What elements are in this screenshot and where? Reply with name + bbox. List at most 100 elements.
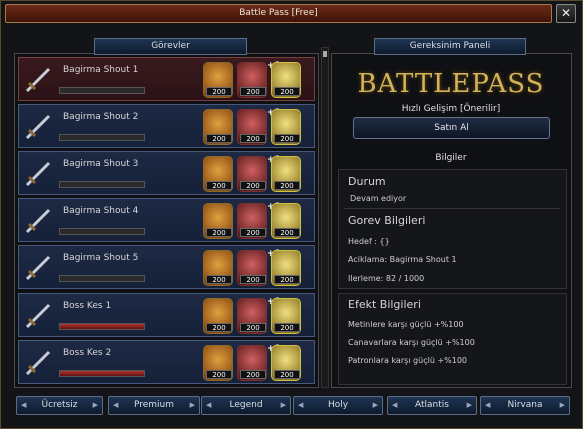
scroll-thumb[interactable] <box>323 51 327 57</box>
arrow-right-icon: ▶ <box>559 401 565 409</box>
quest-progress-bar <box>59 228 145 235</box>
star-reward-icon[interactable]: 200 <box>271 62 301 98</box>
orb-reward-icon[interactable]: 200 <box>237 345 267 381</box>
tab-premium[interactable]: ◀ Premium ▶ <box>108 396 200 415</box>
scroll-reward-icon[interactable]: 200 <box>203 298 233 334</box>
orb-reward-icon[interactable]: 200 <box>237 156 267 192</box>
scroll-reward-icon[interactable]: 200 <box>203 62 233 98</box>
reward-count: 200 <box>240 134 266 143</box>
target-text: Hedef : {} <box>348 237 390 246</box>
reward-count: 200 <box>274 228 300 237</box>
sword-icon <box>25 303 51 329</box>
scroll-reward-icon[interactable]: 200 <box>203 250 233 286</box>
info-heading: Bilgiler <box>435 153 467 163</box>
tab-label: Nirvana <box>507 400 543 410</box>
star-reward-icon[interactable]: 200 <box>271 298 301 334</box>
quest-name: Boss Kes 2 <box>63 348 112 358</box>
quest-name: Bagirma Shout 1 <box>63 65 139 75</box>
battle-pass-window: Battle Pass [Free] ✕ Görevler Bagirma Sh… <box>0 0 583 429</box>
quest-item[interactable]: Bagirma Shout 2 200 200 +1 200 <box>18 104 315 148</box>
quest-item[interactable]: Boss Kes 2 200 200 +1 200 <box>18 340 315 384</box>
sword-icon <box>25 114 51 140</box>
arrow-left-icon: ◀ <box>392 401 398 409</box>
reward-count: 200 <box>206 323 232 332</box>
tab-legend[interactable]: ◀ Legend ▶ <box>201 396 291 415</box>
quest-info-title: Gorev Bilgileri <box>348 214 426 227</box>
reward-count: 200 <box>206 370 232 379</box>
reward-count: 200 <box>206 134 232 143</box>
arrow-right-icon: ▶ <box>372 401 378 409</box>
quest-progress-bar <box>59 87 145 94</box>
scroll-reward-icon[interactable]: 200 <box>203 109 233 145</box>
sword-icon <box>25 255 51 281</box>
reward-count: 200 <box>206 228 232 237</box>
quest-item[interactable]: Bagirma Shout 4 200 200 +1 200 <box>18 198 315 242</box>
arrow-right-icon: ▶ <box>189 401 195 409</box>
effect-line: Canavarlara karşı güçlü +%100 <box>348 338 475 347</box>
star-reward-icon[interactable]: 200 <box>271 109 301 145</box>
star-reward-icon[interactable]: 200 <box>271 203 301 239</box>
tab-atlantis[interactable]: ◀ Atlantis ▶ <box>387 396 477 415</box>
quest-progress-fill <box>60 324 144 329</box>
tab-label: Atlantis <box>415 400 449 410</box>
status-value: Devam ediyor <box>350 194 407 203</box>
reward-count: 200 <box>206 275 232 284</box>
orb-reward-icon[interactable]: 200 <box>237 109 267 145</box>
sword-icon <box>25 350 51 376</box>
tab-holy[interactable]: ◀ Holy ▶ <box>293 396 383 415</box>
tab-ucretsiz[interactable]: ◀ Ücretsiz ▶ <box>16 396 103 415</box>
star-reward-icon[interactable]: 200 <box>271 156 301 192</box>
star-reward-icon[interactable]: 200 <box>271 345 301 381</box>
scroll-reward-icon[interactable]: 200 <box>203 345 233 381</box>
reward-count: 200 <box>274 87 300 96</box>
quest-item[interactable]: Bagirma Shout 1 200 200 +1 200 <box>18 57 315 101</box>
reward-count: 200 <box>274 181 300 190</box>
quest-progress-bar <box>59 370 145 377</box>
reward-count: 200 <box>274 323 300 332</box>
orb-reward-icon[interactable]: 200 <box>237 298 267 334</box>
orb-reward-icon[interactable]: 200 <box>237 62 267 98</box>
orb-reward-icon[interactable]: 200 <box>237 203 267 239</box>
reward-count: 200 <box>206 87 232 96</box>
tab-label: Legend <box>229 400 263 410</box>
reward-count: 200 <box>240 181 266 190</box>
quest-progress-fill <box>60 371 144 376</box>
quest-panel-label: Görevler <box>94 38 247 55</box>
arrow-left-icon: ◀ <box>21 401 27 409</box>
divider <box>344 208 560 209</box>
reward-count: 200 <box>240 370 266 379</box>
tab-nirvana[interactable]: ◀ Nirvana ▶ <box>480 396 570 415</box>
reward-count: 200 <box>240 228 266 237</box>
quest-item[interactable]: Bagirma Shout 5 200 200 +1 200 <box>18 245 315 289</box>
quest-name: Boss Kes 1 <box>63 301 112 311</box>
effect-line: Metinlere karşı güçlü +%100 <box>348 320 464 329</box>
quest-item[interactable]: Bagirma Shout 3 200 200 +1 200 <box>18 151 315 195</box>
reward-count: 200 <box>206 181 232 190</box>
scroll-reward-icon[interactable]: 200 <box>203 203 233 239</box>
quest-scrollbar[interactable] <box>321 47 329 388</box>
reward-count: 200 <box>240 323 266 332</box>
quest-item[interactable]: Boss Kes 1 200 200 +1 200 <box>18 293 315 337</box>
reward-count: 200 <box>274 370 300 379</box>
scroll-reward-icon[interactable]: 200 <box>203 156 233 192</box>
effect-line: Patronlara karşı güçlü +%100 <box>348 356 468 365</box>
quest-list: Bagirma Shout 1 200 200 +1 200 Bagirma S… <box>18 57 315 387</box>
quest-name: Bagirma Shout 4 <box>63 206 139 216</box>
orb-reward-icon[interactable]: 200 <box>237 250 267 286</box>
sword-icon <box>25 67 51 93</box>
tab-label: Premium <box>133 400 175 410</box>
quest-name: Bagirma Shout 2 <box>63 112 139 122</box>
star-reward-icon[interactable]: 200 <box>271 250 301 286</box>
reward-count: 200 <box>274 134 300 143</box>
sword-icon <box>25 208 51 234</box>
progress-text: Ilerleme: 82 / 1000 <box>348 274 425 283</box>
tab-label: Ücretsiz <box>41 400 78 410</box>
description-text: Aciklama: Bagirma Shout 1 <box>348 255 457 264</box>
close-button[interactable]: ✕ <box>556 4 576 23</box>
status-title: Durum <box>348 175 386 188</box>
buy-button[interactable]: Satın Al <box>353 117 550 139</box>
effect-title: Efekt Bilgileri <box>348 298 421 311</box>
reward-count: 200 <box>240 275 266 284</box>
arrow-left-icon: ◀ <box>298 401 304 409</box>
quest-progress-bar <box>59 275 145 282</box>
